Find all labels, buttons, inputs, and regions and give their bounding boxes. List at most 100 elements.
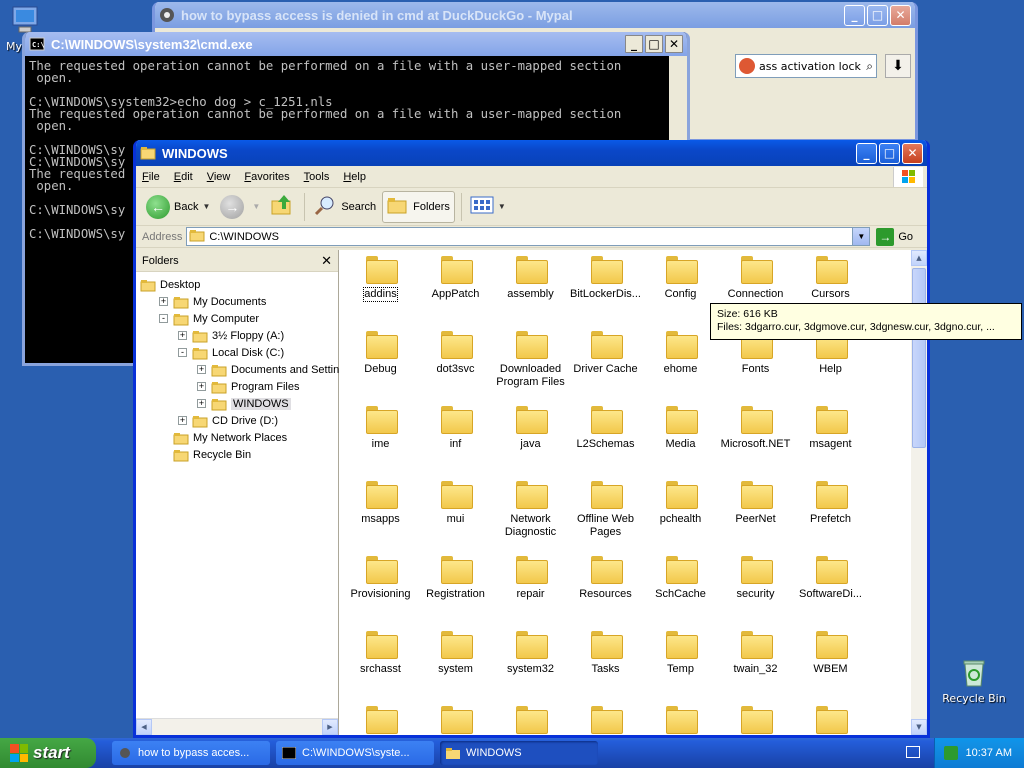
- tree-item[interactable]: Recycle Bin: [136, 446, 338, 463]
- chevron-down-icon[interactable]: ▼: [852, 228, 870, 245]
- tree-item[interactable]: - My Computer: [136, 310, 338, 327]
- menu-view[interactable]: View: [207, 171, 231, 183]
- expand-icon[interactable]: +: [197, 365, 206, 374]
- menu-edit[interactable]: Edit: [174, 171, 193, 183]
- search-icon[interactable]: ⌕: [866, 59, 873, 74]
- chevron-down-icon[interactable]: ▼: [252, 202, 260, 211]
- maximize-button[interactable]: □: [645, 35, 663, 53]
- back-button[interactable]: ← Back ▼: [142, 191, 214, 223]
- collapse-icon[interactable]: -: [178, 348, 187, 357]
- folder-item[interactable]: inf: [418, 402, 493, 477]
- folders-button[interactable]: Folders: [382, 190, 455, 223]
- folder-item[interactable]: Network Diagnostic: [493, 477, 568, 552]
- chevron-down-icon[interactable]: ▼: [498, 202, 506, 211]
- folder-item[interactable]: twain_32: [718, 627, 793, 702]
- folder-item[interactable]: Microsoft.NET: [718, 402, 793, 477]
- folder-item[interactable]: pchealth: [643, 477, 718, 552]
- folder-item[interactable]: SoftwareDi...: [793, 552, 868, 627]
- taskbar-item-browser[interactable]: how to bypass acces...: [112, 741, 270, 765]
- minimize-button[interactable]: _: [844, 4, 865, 26]
- tree-item[interactable]: + My Documents: [136, 293, 338, 310]
- expand-icon[interactable]: +: [197, 399, 206, 408]
- expand-icon[interactable]: +: [159, 297, 168, 306]
- tree-item[interactable]: + WINDOWS: [136, 395, 338, 412]
- folder-item[interactable]: ime: [343, 402, 418, 477]
- folder-item[interactable]: Driver Cache: [568, 327, 643, 402]
- scroll-down-button[interactable]: ▼: [911, 719, 927, 735]
- folder-item[interactable]: Resources: [568, 552, 643, 627]
- folder-item[interactable]: BitLockerDis...: [568, 252, 643, 327]
- folder-item[interactable]: Provisioning: [343, 552, 418, 627]
- download-icon[interactable]: ⬇: [885, 54, 911, 78]
- scroll-right-button[interactable]: ▶: [322, 719, 338, 735]
- folder-item[interactable]: system32: [493, 627, 568, 702]
- folder-item[interactable]: AppPatch: [418, 252, 493, 327]
- folder-item[interactable]: msapps: [343, 477, 418, 552]
- minimize-button[interactable]: _: [625, 35, 643, 53]
- folder-item[interactable]: Temp: [643, 627, 718, 702]
- minimize-button[interactable]: _: [856, 142, 877, 164]
- folder-item[interactable]: [793, 702, 868, 735]
- cmd-titlebar[interactable]: C:\ C:\WINDOWS\system32\cmd.exe _ □ ✕: [25, 32, 687, 56]
- folder-item[interactable]: Registration: [418, 552, 493, 627]
- folder-item[interactable]: msagent: [793, 402, 868, 477]
- folder-item[interactable]: addins: [343, 252, 418, 327]
- forward-button[interactable]: → ▼: [216, 191, 264, 223]
- clock[interactable]: 10:37 AM: [966, 747, 1012, 759]
- folder-item[interactable]: Tasks: [568, 627, 643, 702]
- maximize-button[interactable]: □: [867, 4, 888, 26]
- menu-tools[interactable]: Tools: [304, 171, 330, 183]
- go-button[interactable]: → Go: [876, 227, 913, 246]
- start-button[interactable]: start: [0, 738, 96, 768]
- close-button[interactable]: ✕: [902, 142, 923, 164]
- explorer-titlebar[interactable]: WINDOWS _ □ ✕: [136, 140, 927, 166]
- folder-item[interactable]: WBEM: [793, 627, 868, 702]
- folder-item[interactable]: repair: [493, 552, 568, 627]
- scroll-up-button[interactable]: ▲: [911, 250, 927, 266]
- folder-item[interactable]: mui: [418, 477, 493, 552]
- close-icon[interactable]: ✕: [321, 253, 332, 269]
- scrollbar-thumb[interactable]: [912, 268, 926, 448]
- folder-item[interactable]: security: [718, 552, 793, 627]
- folder-item[interactable]: assembly: [493, 252, 568, 327]
- folder-item[interactable]: SchCache: [643, 552, 718, 627]
- browser-search-box[interactable]: ass activation lock ⌕: [735, 54, 877, 78]
- collapse-icon[interactable]: -: [159, 314, 168, 323]
- folder-item[interactable]: java: [493, 402, 568, 477]
- menu-file[interactable]: File: [142, 171, 160, 183]
- expand-icon[interactable]: +: [178, 416, 187, 425]
- explorer-window[interactable]: WINDOWS _ □ ✕ File Edit View Favorites T…: [133, 140, 930, 738]
- folder-item[interactable]: [718, 702, 793, 735]
- taskbar-item-cmd[interactable]: C:\WINDOWS\syste...: [276, 741, 434, 765]
- scroll-left-button[interactable]: ◀: [136, 719, 152, 735]
- folder-item[interactable]: [493, 702, 568, 735]
- folder-item[interactable]: [568, 702, 643, 735]
- folder-item[interactable]: Debug: [343, 327, 418, 402]
- taskbar-item-explorer[interactable]: WINDOWS: [440, 741, 598, 765]
- network-icon[interactable]: [943, 746, 958, 760]
- tree-item[interactable]: + Program Files: [136, 378, 338, 395]
- menu-help[interactable]: Help: [343, 171, 366, 183]
- folder-item[interactable]: L2Schemas: [568, 402, 643, 477]
- search-button[interactable]: Search: [309, 191, 380, 223]
- expand-icon[interactable]: +: [197, 382, 206, 391]
- folder-item[interactable]: [418, 702, 493, 735]
- tree-item[interactable]: + Documents and Settings: [136, 361, 351, 378]
- menu-favorites[interactable]: Favorites: [244, 171, 289, 183]
- folder-item[interactable]: Prefetch: [793, 477, 868, 552]
- tree-item[interactable]: Desktop: [136, 276, 338, 293]
- folder-item[interactable]: Offline Web Pages: [568, 477, 643, 552]
- tree-horizontal-scrollbar[interactable]: ◀ ▶: [136, 718, 338, 735]
- folder-item[interactable]: [343, 702, 418, 735]
- tree-item[interactable]: - Local Disk (C:): [136, 344, 338, 361]
- folder-item[interactable]: PeerNet: [718, 477, 793, 552]
- folder-item[interactable]: ehome: [643, 327, 718, 402]
- close-button[interactable]: ✕: [890, 4, 911, 26]
- desktop-icon-recycle-bin[interactable]: Recycle Bin: [939, 656, 1009, 705]
- tree-item[interactable]: My Network Places: [136, 429, 338, 446]
- folder-item[interactable]: [643, 702, 718, 735]
- expand-icon[interactable]: +: [178, 331, 187, 340]
- maximize-button[interactable]: □: [879, 142, 900, 164]
- chevron-down-icon[interactable]: ▼: [202, 202, 210, 211]
- close-button[interactable]: ✕: [665, 35, 683, 53]
